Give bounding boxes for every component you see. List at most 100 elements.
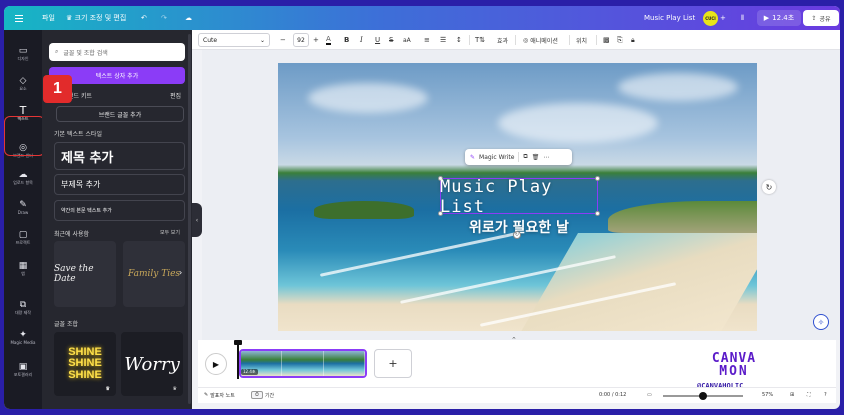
- bold-button[interactable]: B: [344, 33, 349, 47]
- spacing-icon[interactable]: ↕: [456, 33, 462, 47]
- avatar[interactable]: CUCI: [703, 11, 718, 26]
- align-center-icon[interactable]: ≡: [424, 33, 430, 47]
- insights-icon[interactable]: ⫴: [741, 6, 744, 30]
- search-icon: ⌕: [55, 48, 59, 55]
- help-icon[interactable]: ?: [824, 389, 827, 401]
- strikethrough-button[interactable]: S: [389, 33, 393, 47]
- resize-button[interactable]: ♛ 크기 조정 및 편집: [66, 6, 126, 30]
- headland-shape: [608, 201, 757, 233]
- vertical-text-icon[interactable]: T⇅: [475, 33, 485, 47]
- rail-item-draw[interactable]: ✎ Draw: [4, 194, 42, 222]
- file-menu[interactable]: 파일: [42, 6, 55, 30]
- brand-kit-edit-link[interactable]: 편집: [170, 91, 181, 100]
- zoom-slider-handle[interactable]: [699, 392, 707, 400]
- transparency-icon[interactable]: ▩: [603, 33, 610, 47]
- font-size-input[interactable]: 92: [293, 33, 309, 47]
- watermark-logo: CANVA MON: [697, 352, 771, 378]
- slide-title-text[interactable]: Music Play List: [440, 177, 598, 217]
- underline-button[interactable]: U: [375, 33, 380, 47]
- add-page-button[interactable]: +: [374, 349, 412, 378]
- crown-icon: ♛: [172, 386, 177, 392]
- font-size-increase-button[interactable]: +: [313, 33, 319, 47]
- search-placeholder: 글꼴 및 조합 검색: [63, 49, 108, 57]
- add-heading-button[interactable]: 제목 추가: [54, 142, 185, 170]
- toolbar-divider: [596, 35, 597, 45]
- timer-button[interactable]: ⏱ 기간: [251, 389, 274, 401]
- chevron-right-icon[interactable]: ›: [179, 268, 182, 277]
- menu-icon[interactable]: [12, 6, 26, 30]
- play-icon[interactable]: ▶: [205, 353, 227, 375]
- list-icon[interactable]: ☰: [440, 33, 446, 47]
- recent-font-item[interactable]: Family Ties: [123, 241, 185, 307]
- share-icon: ⇪: [811, 14, 817, 22]
- rail-item-uploads[interactable]: ☁ 업로드 항목: [4, 164, 42, 192]
- upload-icon: ☁: [18, 170, 28, 180]
- rail-item-design[interactable]: ▭ 디자인: [4, 40, 42, 68]
- letter-case-button[interactable]: aA: [403, 33, 411, 47]
- watermark-line: MON: [719, 364, 749, 379]
- text-icon: T: [19, 104, 27, 117]
- magic-write-button[interactable]: Magic Write: [479, 154, 514, 161]
- more-icon[interactable]: ⋯: [543, 154, 549, 161]
- chevron-down-icon: ⌄: [259, 36, 265, 44]
- redo-icon[interactable]: ↷: [161, 6, 167, 30]
- recent-see-all-link[interactable]: 모두 보기: [160, 229, 180, 236]
- slides-view-icon[interactable]: ▭: [647, 389, 652, 401]
- cloud-save-icon: ☁: [185, 14, 192, 22]
- position-button[interactable]: 위치: [576, 33, 587, 47]
- font-size-decrease-button[interactable]: −: [280, 33, 286, 47]
- delete-icon[interactable]: 🗑︎: [532, 154, 540, 161]
- text-color-icon[interactable]: A: [326, 33, 331, 47]
- font-combos-heading: 글꼴 조합: [54, 321, 78, 328]
- timeline-clip[interactable]: [239, 349, 367, 378]
- share-button[interactable]: ⇪ 공유: [803, 10, 839, 26]
- lock-icon[interactable]: 🔒︎: [631, 33, 635, 47]
- apps-icon: ▦: [18, 261, 28, 271]
- style-painter-icon[interactable]: ⎘: [617, 33, 623, 47]
- undo-icon[interactable]: ↶: [141, 6, 147, 30]
- rail-item-label: 디자인: [17, 56, 29, 61]
- playhead[interactable]: [237, 342, 239, 379]
- add-subheading-button[interactable]: 부제목 추가: [54, 174, 185, 195]
- rail-item-photo-app[interactable]: ▣ 포토갤러리: [4, 356, 42, 384]
- notes-button[interactable]: ✎ 발표자 노트: [204, 389, 235, 401]
- grid-view-icon[interactable]: ⊞: [790, 389, 794, 401]
- font-family-select[interactable]: Cute ⌄: [198, 33, 270, 47]
- top-bar: 파일 ♛ 크기 조정 및 편집 ↶ ↷ ☁ Music Play List CU…: [4, 6, 840, 30]
- present-button[interactable]: ▶ 12.4초: [757, 10, 801, 26]
- italic-button[interactable]: I: [360, 33, 363, 47]
- fullscreen-icon[interactable]: ⛶: [807, 389, 811, 401]
- font-combo-item[interactable]: Worry ♛: [121, 332, 183, 396]
- add-body-text-button[interactable]: 약간의 본문 텍스트 추가: [54, 200, 185, 221]
- panel-scrollbar[interactable]: [188, 34, 191, 404]
- font-combo-item[interactable]: SHINE SHINE SHINE ♛: [54, 332, 116, 396]
- collapse-panel-handle[interactable]: ‹: [192, 203, 202, 237]
- search-input[interactable]: ⌕ 글꼴 및 조합 검색: [49, 43, 185, 61]
- magic-assistant-icon[interactable]: ✧: [813, 314, 829, 330]
- rail-item-label: Magic Media: [10, 340, 36, 345]
- text-toolbar: Cute ⌄ − 92 + A B I U S aA ≡ ☰ ↕ T⇅ 효과 ◎…: [192, 30, 840, 50]
- draw-icon: ✎: [19, 200, 27, 210]
- rail-item-label: 대량 제작: [15, 310, 31, 315]
- magic-write-icon: ✎: [470, 153, 476, 161]
- recent-heading: 최근에 사용함: [54, 231, 90, 238]
- rail-item-magic-media[interactable]: ✦ Magic Media: [4, 324, 42, 352]
- rail-item-elements[interactable]: ◇ 요소: [4, 70, 42, 98]
- toolbar-divider: [469, 35, 470, 45]
- animate-label: 애니메이션: [530, 37, 558, 45]
- recent-font-item[interactable]: Save the Date: [54, 241, 116, 307]
- rail-item-apps[interactable]: ▦ 앱: [4, 255, 42, 283]
- magic-write-bar: ✎ Magic Write ⧉ 🗑︎ ⋯: [465, 149, 572, 165]
- refresh-icon[interactable]: ↻: [762, 180, 776, 194]
- duplicate-icon[interactable]: ⧉: [523, 153, 527, 161]
- animate-button[interactable]: ◎ 애니메이션: [523, 33, 558, 47]
- zoom-percent[interactable]: 57%: [762, 389, 773, 401]
- rail-item-projects[interactable]: ▢ 프로젝트: [4, 224, 42, 252]
- rail-item-bulk-create[interactable]: ⧉ 대량 제작: [4, 294, 42, 322]
- rotate-icon[interactable]: ↻: [513, 231, 521, 239]
- document-title[interactable]: Music Play List: [644, 6, 695, 30]
- rail-item-label: 프로젝트: [15, 240, 31, 245]
- effects-button[interactable]: 효과: [497, 33, 508, 47]
- add-brand-fonts-button[interactable]: 브랜드 글꼴 추가: [56, 106, 184, 122]
- invite-plus-icon[interactable]: +: [720, 6, 726, 30]
